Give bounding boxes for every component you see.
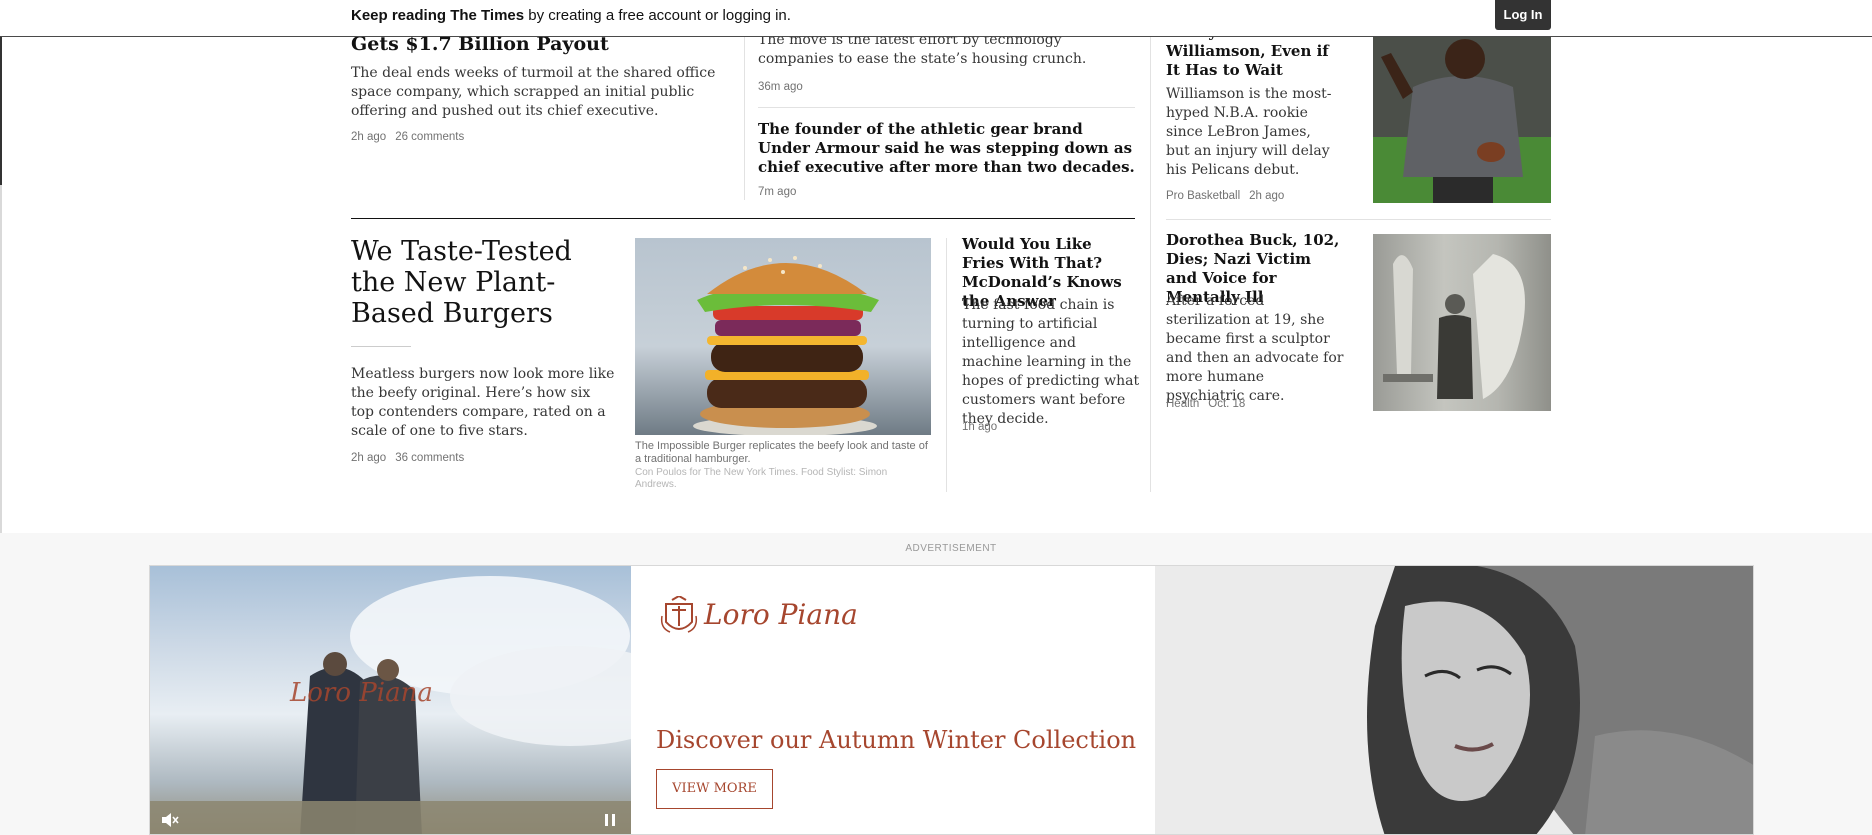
banner-text: by creating a free account or logging in… xyxy=(524,7,791,24)
story-time: 2h ago xyxy=(1249,190,1285,202)
story-meta: 1h ago xyxy=(962,421,997,433)
story-divider xyxy=(1166,219,1551,220)
advertisement-label: ADVERTISEMENT xyxy=(905,543,997,554)
story-summary: Williamson is the most-hyped N.B.A. rook… xyxy=(1166,86,1332,178)
feature-headline[interactable]: We Taste-Tested the New Plant-Based Burg… xyxy=(351,236,591,329)
story-time: 2h ago xyxy=(351,452,387,464)
sculptor-illustration xyxy=(1383,254,1525,399)
mute-icon[interactable] xyxy=(160,810,180,830)
column-divider xyxy=(1150,37,1151,492)
registration-banner: Keep reading The Times by creating a fre… xyxy=(0,0,1872,37)
feature-meta: 2h ago 36 comments xyxy=(351,452,464,464)
section-label: Pro Basketball xyxy=(1166,190,1241,202)
story-meta: 36m ago xyxy=(758,81,803,93)
story-meta: Health Oct. 18 xyxy=(1166,398,1245,410)
story-meta: Pro Basketball 2h ago xyxy=(1166,190,1284,202)
story-summary: After a forced sterilization at 19, she … xyxy=(1166,293,1344,404)
ad-video[interactable]: Loro Piana xyxy=(150,566,631,834)
story-time: 2h ago xyxy=(351,131,387,143)
log-in-button[interactable]: Log In xyxy=(1495,0,1551,30)
story-summary: The deal ends weeks of turmoil at the sh… xyxy=(351,65,716,119)
section-rule xyxy=(351,218,1135,219)
pause-icon[interactable] xyxy=(602,812,618,828)
headline-divider xyxy=(351,346,411,347)
comments-link[interactable]: 26 comments xyxy=(395,131,464,143)
story-meta: 2h ago 26 comments xyxy=(351,131,464,143)
ad-headline[interactable]: Discover our Autumn Winter Collection xyxy=(656,726,1136,754)
story-summary: The move is the latest effort by technol… xyxy=(758,32,1087,67)
dorothea-buck-photo[interactable] xyxy=(1373,234,1551,411)
banner-bold-text[interactable]: Keep reading The Times xyxy=(351,7,524,24)
story-time: 36m ago xyxy=(758,81,803,93)
story-time: 7m ago xyxy=(758,186,797,198)
story-summary: The fast-food chain is turning to artifi… xyxy=(962,297,1140,427)
photo-caption: The Impossible Burger replicates the bee… xyxy=(635,440,928,465)
photo-credit: Con Poulos for The New York Times. Food … xyxy=(635,467,888,490)
story-meta: 7m ago xyxy=(758,186,796,198)
loro-piana-ad[interactable]: Loro Piana Loro Piana Discover our Autum… xyxy=(149,565,1754,835)
player-illustration xyxy=(1373,37,1551,203)
story-time: Oct. 18 xyxy=(1208,398,1246,410)
zion-williamson-photo[interactable] xyxy=(1373,37,1551,203)
section-label: Health xyxy=(1166,398,1200,410)
burger-illustration xyxy=(693,256,879,435)
comments-link[interactable]: 36 comments xyxy=(395,452,464,464)
column-divider xyxy=(946,238,947,492)
feature-summary: Meatless burgers now look more like the … xyxy=(351,366,615,439)
story-headline[interactable]: The founder of the athletic gear brand U… xyxy=(758,120,1135,177)
banner-message: Keep reading The Times by creating a fre… xyxy=(351,7,791,24)
story-time: 1h ago xyxy=(962,421,998,433)
view-more-button[interactable]: VIEW MORE xyxy=(656,769,773,809)
burger-photo[interactable] xyxy=(635,238,931,435)
column-divider xyxy=(744,37,745,200)
portrait-illustration xyxy=(1155,566,1753,834)
loro-piana-logo[interactable]: Loro Piana xyxy=(704,598,858,631)
loro-piana-crest-icon xyxy=(660,594,698,638)
ad-video-watermark: Loro Piana xyxy=(290,678,433,708)
story-divider xyxy=(758,107,1135,108)
ad-portrait-photo[interactable] xyxy=(1155,566,1753,834)
